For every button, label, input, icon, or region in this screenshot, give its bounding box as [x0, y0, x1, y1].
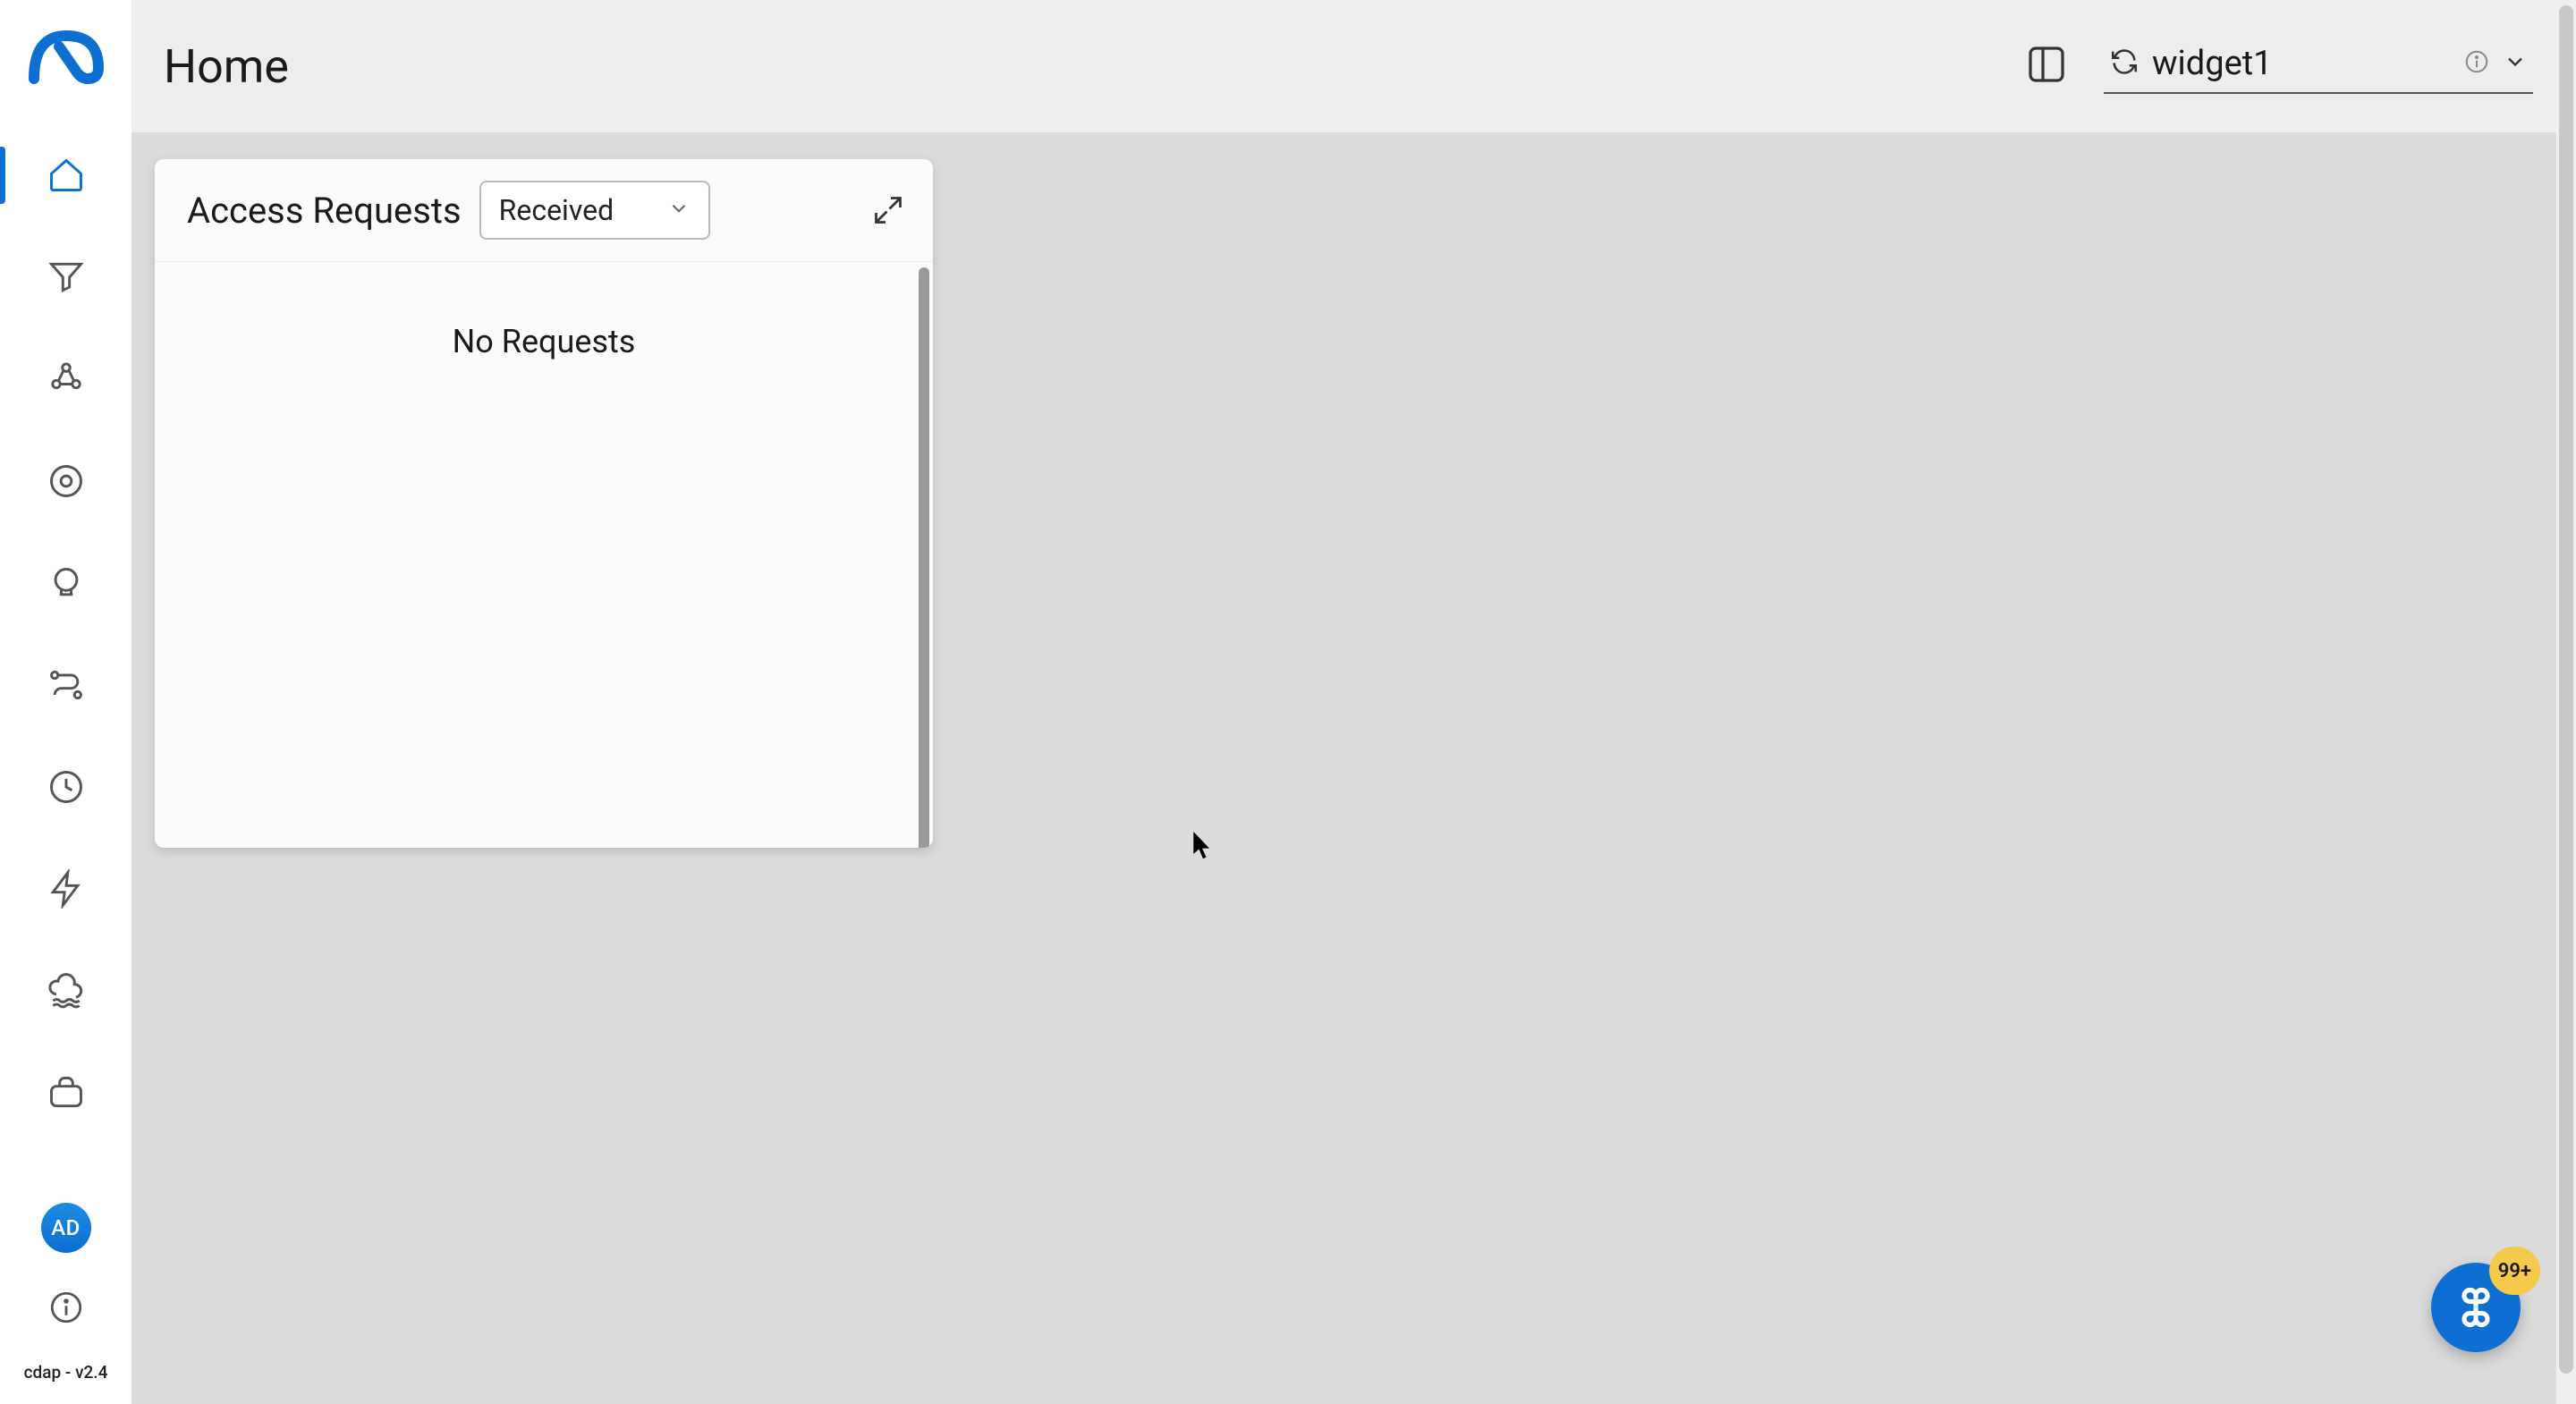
topbar: Home widget1: [131, 0, 2576, 132]
avatar-initials: AD: [51, 1215, 80, 1240]
refresh-icon: [2109, 47, 2140, 80]
app-logo[interactable]: [25, 25, 107, 100]
widget-expand-button[interactable]: [867, 189, 910, 232]
widget-scrollbar[interactable]: [919, 267, 929, 848]
nav-route[interactable]: [0, 660, 131, 710]
nav-work[interactable]: [0, 1068, 131, 1118]
dashboard-canvas: Access Requests Received No Reques: [131, 132, 2576, 1404]
nav-cluster[interactable]: [0, 354, 131, 404]
widget-title: Access Requests: [187, 190, 462, 232]
page-title: Home: [164, 39, 289, 94]
nav-weather[interactable]: [0, 966, 131, 1016]
sidebar-nav: [0, 150, 131, 1118]
nav-activity[interactable]: [0, 864, 131, 914]
layout-selector[interactable]: widget1: [2104, 38, 2533, 94]
user-avatar[interactable]: AD: [41, 1203, 91, 1253]
version-label: cdap - v2.4: [24, 1362, 108, 1383]
page-scrollbar[interactable]: [2556, 0, 2576, 1404]
widget-empty-text: No Requests: [453, 323, 636, 848]
widget-filter-dropdown[interactable]: Received: [479, 181, 711, 240]
widget-access-requests: Access Requests Received No Reques: [155, 159, 933, 848]
sidebar: AD cdap - v2.4: [0, 0, 131, 1404]
nav-info[interactable]: [0, 1289, 131, 1326]
chevron-down-icon: [2503, 49, 2528, 78]
nav-history[interactable]: [0, 762, 131, 812]
nav-settings[interactable]: [0, 456, 131, 506]
fab-badge-text: 99+: [2498, 1260, 2531, 1282]
nav-filter[interactable]: [0, 252, 131, 302]
main-area: Home widget1: [131, 0, 2576, 1404]
layout-name: widget1: [2152, 44, 2451, 83]
layout-panel-button[interactable]: [2025, 43, 2068, 89]
fab-badge: 99+: [2489, 1247, 2540, 1295]
nav-home[interactable]: [0, 150, 131, 200]
command-fab[interactable]: 99+: [2431, 1263, 2521, 1352]
info-icon: [2463, 48, 2490, 79]
nav-insight[interactable]: [0, 558, 131, 608]
dropdown-value: Received: [499, 193, 614, 227]
cursor-icon: [1192, 832, 1214, 864]
chevron-down-icon: [667, 197, 691, 224]
